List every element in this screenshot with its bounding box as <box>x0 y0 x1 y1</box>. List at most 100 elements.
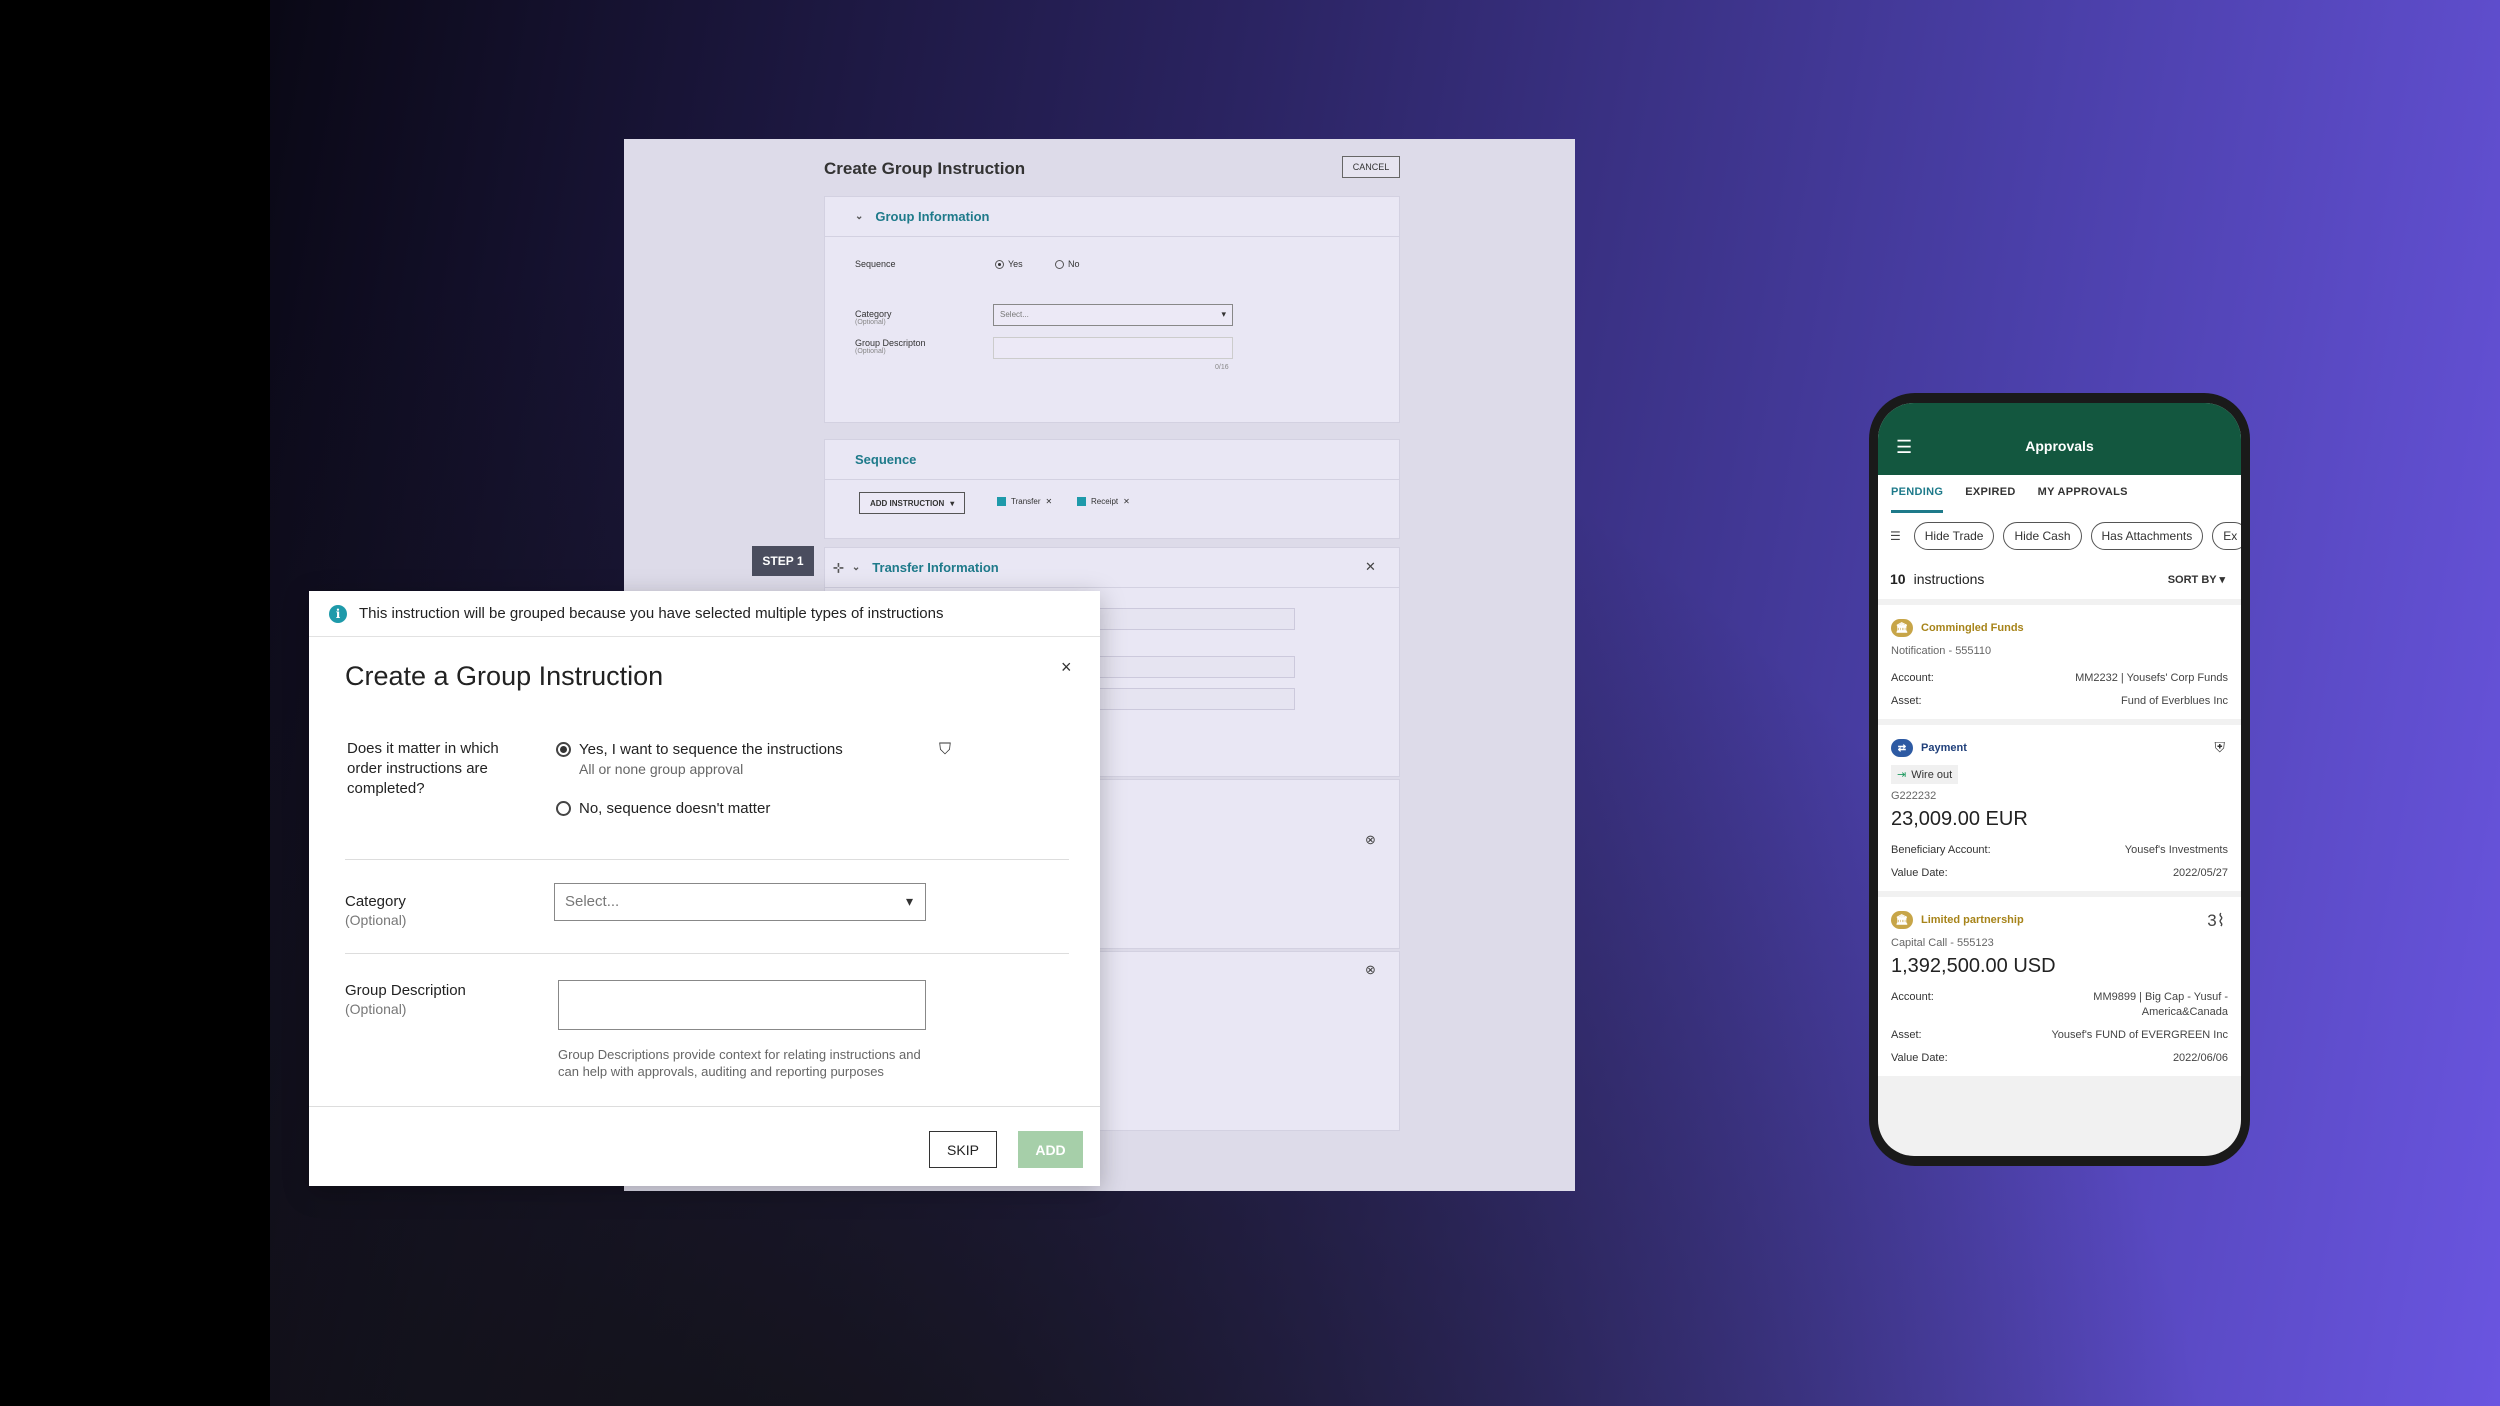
receipt-chip-label: Receipt <box>1091 497 1119 506</box>
list-item[interactable]: 🏛 Commingled Funds Notification - 555110… <box>1878 605 2241 719</box>
drag-handle-icon[interactable]: ⊹ <box>833 560 844 576</box>
card-field: Asset: Yousef's FUND of EVERGREEN Inc <box>1891 1028 2228 1043</box>
close-icon[interactable]: ✕ <box>1046 497 1053 506</box>
background-shade <box>0 0 270 1406</box>
card-field: Value Date: 2022/05/27 <box>1891 866 2228 881</box>
card-subline: Capital Call - 555123 <box>1891 937 1994 949</box>
close-icon[interactable]: ✕ <box>1365 559 1376 575</box>
group-description-help: Group Descriptions provide context for r… <box>558 1047 921 1079</box>
sequence-yes-label: Yes, I want to sequence the instructions <box>579 741 843 758</box>
sequence-yes-sub: All or none group approval <box>579 761 744 777</box>
app-bar: ☰ Approvals <box>1878 403 2241 475</box>
text-field[interactable] <box>1095 688 1295 710</box>
card-field: Beneficiary Account: Yousef's Investment… <box>1891 843 2228 858</box>
instruction-count: 10 <box>1890 571 1906 587</box>
step-tag: STEP 1 <box>752 546 814 576</box>
sort-by-label: SORT BY <box>2167 573 2217 586</box>
category-optional: (Optional) <box>855 319 886 326</box>
group-description-input[interactable] <box>993 337 1233 359</box>
group-information-title: Group Information <box>875 209 990 224</box>
sequence-question: Does it matter in which order instructio… <box>347 740 499 797</box>
card-field: Account: MM9899 | Big Cap - Yusuf - Amer… <box>1891 990 2228 1020</box>
card-badge: ⇄ Payment <box>1891 739 2228 757</box>
transfer-chip-swatch <box>997 497 1006 506</box>
tab-my-approvals[interactable]: MY APPROVALS <box>2038 475 2128 513</box>
sequence-no-radio[interactable]: No <box>1055 259 1080 269</box>
filter-icon[interactable]: ☰ <box>1890 529 1901 543</box>
add-instruction-label: ADD INSTRUCTION <box>870 498 945 508</box>
filter-more[interactable]: Ex <box>2212 522 2241 550</box>
category-label: Category (Optional) <box>855 309 892 326</box>
caret-down-icon: ▾ <box>905 893 913 909</box>
sequence-yes-radio[interactable]: Yes <box>995 259 1023 269</box>
group-description-label-text: Group Description <box>345 982 466 999</box>
select-field[interactable] <box>1095 656 1295 678</box>
radio-unselected-icon <box>556 801 571 816</box>
bank-icon: 🏛 <box>1891 619 1913 637</box>
sequence-yes-label: Yes <box>1008 259 1023 269</box>
divider <box>345 859 1069 860</box>
card-subline: G222232 <box>1891 790 1937 802</box>
close-icon[interactable]: × <box>1061 657 1072 678</box>
settings-icon[interactable]: ⊗ <box>1365 832 1376 848</box>
receipt-chip[interactable]: Receipt ✕ <box>1077 497 1130 506</box>
group-description-input[interactable] <box>558 980 926 1030</box>
settings-icon[interactable]: ⊗ <box>1365 962 1376 978</box>
wire-out-label: Wire out <box>1911 768 1953 781</box>
card-amount: 1,392,500.00 USD <box>1891 955 2056 977</box>
group-description-label: Group Description (Optional) <box>345 982 466 1017</box>
field-key: Value Date: <box>1891 867 1948 879</box>
wire-out-tag: ⇥ Wire out <box>1891 765 1959 784</box>
card-field: Account: MM2232 | Yousefs' Corp Funds <box>1891 671 2228 686</box>
filter-has-attachments[interactable]: Has Attachments <box>2090 522 2204 550</box>
category-select[interactable]: Select... <box>993 304 1233 326</box>
approval-tabs: PENDING EXPIRED MY APPROVALS <box>1878 475 2241 513</box>
card-subline: Notification - 555110 <box>1891 645 1992 657</box>
filter-hide-cash[interactable]: Hide Cash <box>2003 522 2082 550</box>
card-badge: 🏛 Commingled Funds <box>1891 619 2228 637</box>
group-description-optional: (Optional) <box>855 348 886 355</box>
radio-selected-icon <box>995 259 1004 269</box>
hamburger-menu-icon[interactable]: ☰ <box>1896 437 1912 458</box>
field-value: Yousef's FUND of EVERGREEN Inc <box>2051 1029 2228 1041</box>
graduation-search-icon[interactable]: ⛉ <box>939 741 951 759</box>
field-key: Account: <box>1891 672 1934 684</box>
filter-hide-trade[interactable]: Hide Trade <box>1913 522 1995 550</box>
field-value: MM9899 | Big Cap - Yusuf - America&Canad… <box>2093 991 2228 1018</box>
category-select[interactable]: Select... ▾ <box>554 883 926 921</box>
info-banner: i This instruction will be grouped becau… <box>309 591 1100 637</box>
cancel-button[interactable]: CANCEL <box>1342 156 1400 178</box>
group-information-header[interactable]: ⌄ Group Information <box>825 197 1399 237</box>
card-badge-label: Limited partnership <box>1921 914 2024 926</box>
sort-by-button[interactable]: SORT BY ▾ <box>2168 573 2225 586</box>
attachment-count[interactable]: 3⌇ <box>2207 911 2225 931</box>
card-badge-label: Payment <box>1921 742 1967 754</box>
sequence-yes-option[interactable]: Yes, I want to sequence the instructions… <box>556 741 843 777</box>
transfer-chip[interactable]: Transfer ✕ <box>997 497 1052 506</box>
field-value: Fund of Everblues Inc <box>2120 695 2228 707</box>
field-key: Account: <box>1891 991 1934 1003</box>
skip-button[interactable]: SKIP <box>929 1131 997 1168</box>
list-item[interactable]: 🏛 Limited partnership 3⌇ Capital Call - … <box>1878 897 2241 1076</box>
field-key: Asset: <box>1891 1029 1922 1041</box>
transfer-chip-label: Transfer <box>1011 497 1041 506</box>
caret-down-icon: ▾ <box>950 498 955 508</box>
category-label: Category (Optional) <box>345 893 406 928</box>
transfer-information-header[interactable]: ⊹ ⌄ Transfer Information <box>825 548 1399 588</box>
close-icon[interactable]: ✕ <box>1123 497 1130 506</box>
list-item[interactable]: ⇄ Payment ⛨ ⇥ Wire out G222232 23,009.00… <box>1878 725 2241 891</box>
attachment-count-value: 3 <box>2207 911 2217 930</box>
card-field: Asset: Fund of Everblues Inc <box>1891 694 2228 709</box>
date-field[interactable] <box>1095 608 1295 630</box>
add-button[interactable]: ADD <box>1018 1131 1083 1168</box>
sequence-label: Sequence <box>855 259 896 269</box>
field-value: MM2232 | Yousefs' Corp Funds <box>2075 672 2228 684</box>
tab-expired[interactable]: EXPIRED <box>1965 475 2015 513</box>
add-instruction-button[interactable]: ADD INSTRUCTION ▾ <box>859 492 966 514</box>
sequence-no-option[interactable]: No, sequence doesn't matter <box>556 800 770 817</box>
transfer-information-title: Transfer Information <box>872 560 999 575</box>
tab-pending[interactable]: PENDING <box>1891 475 1944 513</box>
group-description-label: Group Descripton (Optional) <box>855 338 926 355</box>
sequence-no-label: No, sequence doesn't matter <box>579 800 771 817</box>
card-amount: 23,009.00 EUR <box>1891 808 2028 830</box>
